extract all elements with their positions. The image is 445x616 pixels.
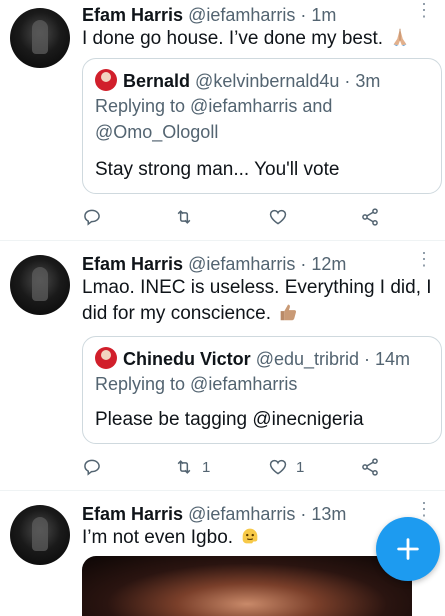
tweet-header: Efam Harris @iefamharris · 12m — [82, 253, 346, 275]
thumbs-up-icon — [280, 304, 297, 321]
more-icon[interactable]: ⋮ — [415, 250, 433, 268]
divider — [0, 240, 445, 241]
avatar[interactable] — [10, 255, 70, 315]
retweet-icon — [177, 210, 191, 224]
quoted-tweet[interactable]: Chinedu Victor @edu_tribrid · 14m Replyi… — [82, 336, 442, 444]
avatar[interactable] — [10, 8, 70, 68]
like-button[interactable] — [268, 207, 296, 227]
heart-icon — [269, 209, 287, 225]
quote-avatar — [95, 69, 117, 91]
compose-tweet-button[interactable] — [376, 517, 440, 581]
author-name[interactable]: Efam Harris — [82, 5, 183, 25]
share-button[interactable] — [360, 207, 380, 227]
retweet-count: 1 — [202, 458, 211, 476]
share-icon — [362, 458, 378, 476]
share-icon — [362, 208, 378, 226]
author-name[interactable]: Efam Harris — [82, 254, 183, 274]
quoted-tweet[interactable]: Bernald @kelvinbernald4u · 3m Replying t… — [82, 58, 442, 194]
author-handle: @iefamharris · 12m — [188, 254, 347, 274]
quote-author-handle: @edu_tribrid · 14m — [255, 349, 411, 369]
divider — [0, 490, 445, 491]
quote-header: Chinedu Victor @edu_tribrid · 14m — [95, 347, 410, 370]
like-count: 1 — [296, 458, 305, 476]
retweet-button[interactable]: 1 — [174, 457, 210, 477]
retweet-button[interactable] — [174, 207, 202, 227]
tweet-actions — [82, 207, 382, 231]
heart-icon — [269, 459, 287, 475]
more-icon[interactable]: ⋮ — [415, 500, 433, 518]
author-handle: @iefamharris · 1m — [188, 5, 337, 25]
quote-text: Stay strong man... You'll vote — [95, 159, 340, 180]
melting-face-icon — [242, 528, 258, 544]
quote-header: Bernald @kelvinbernald4u · 3m — [95, 69, 380, 92]
quote-author-handle: @kelvinbernald4u · 3m — [195, 71, 381, 91]
share-button[interactable] — [360, 457, 380, 477]
replying-to: Replying to @iefamharris — [95, 374, 298, 394]
like-button[interactable]: 1 — [268, 457, 304, 477]
replying-to: Replying to @iefamharris and @Omo_Ologol… — [95, 96, 333, 142]
folded-hands-icon — [393, 28, 407, 47]
tweet-header: Efam Harris @iefamharris · 1m — [82, 4, 336, 26]
reply-icon — [84, 209, 100, 226]
tweet-text: Lmao. INEC is useless. Everything I did,… — [82, 277, 432, 324]
quote-text: Please be tagging @inecnigeria — [95, 409, 364, 430]
author-name[interactable]: Efam Harris — [82, 504, 183, 524]
author-handle: @iefamharris · 13m — [188, 504, 347, 524]
retweet-icon — [177, 460, 191, 474]
plus-icon — [397, 538, 419, 560]
tweet-text: I done go house. I’ve done my best. — [82, 26, 442, 52]
tweet-photo[interactable] — [82, 556, 412, 616]
reply-icon — [84, 459, 100, 476]
quote-author-name: Chinedu Victor — [123, 349, 251, 369]
more-icon[interactable]: ⋮ — [415, 1, 433, 19]
reply-button[interactable] — [82, 457, 110, 477]
quote-avatar — [95, 347, 117, 369]
tweet-actions: 1 1 — [82, 457, 382, 481]
reply-button[interactable] — [82, 207, 110, 227]
avatar[interactable] — [10, 505, 70, 565]
quote-author-name: Bernald — [123, 71, 191, 91]
tweet-header: Efam Harris @iefamharris · 13m — [82, 503, 346, 525]
